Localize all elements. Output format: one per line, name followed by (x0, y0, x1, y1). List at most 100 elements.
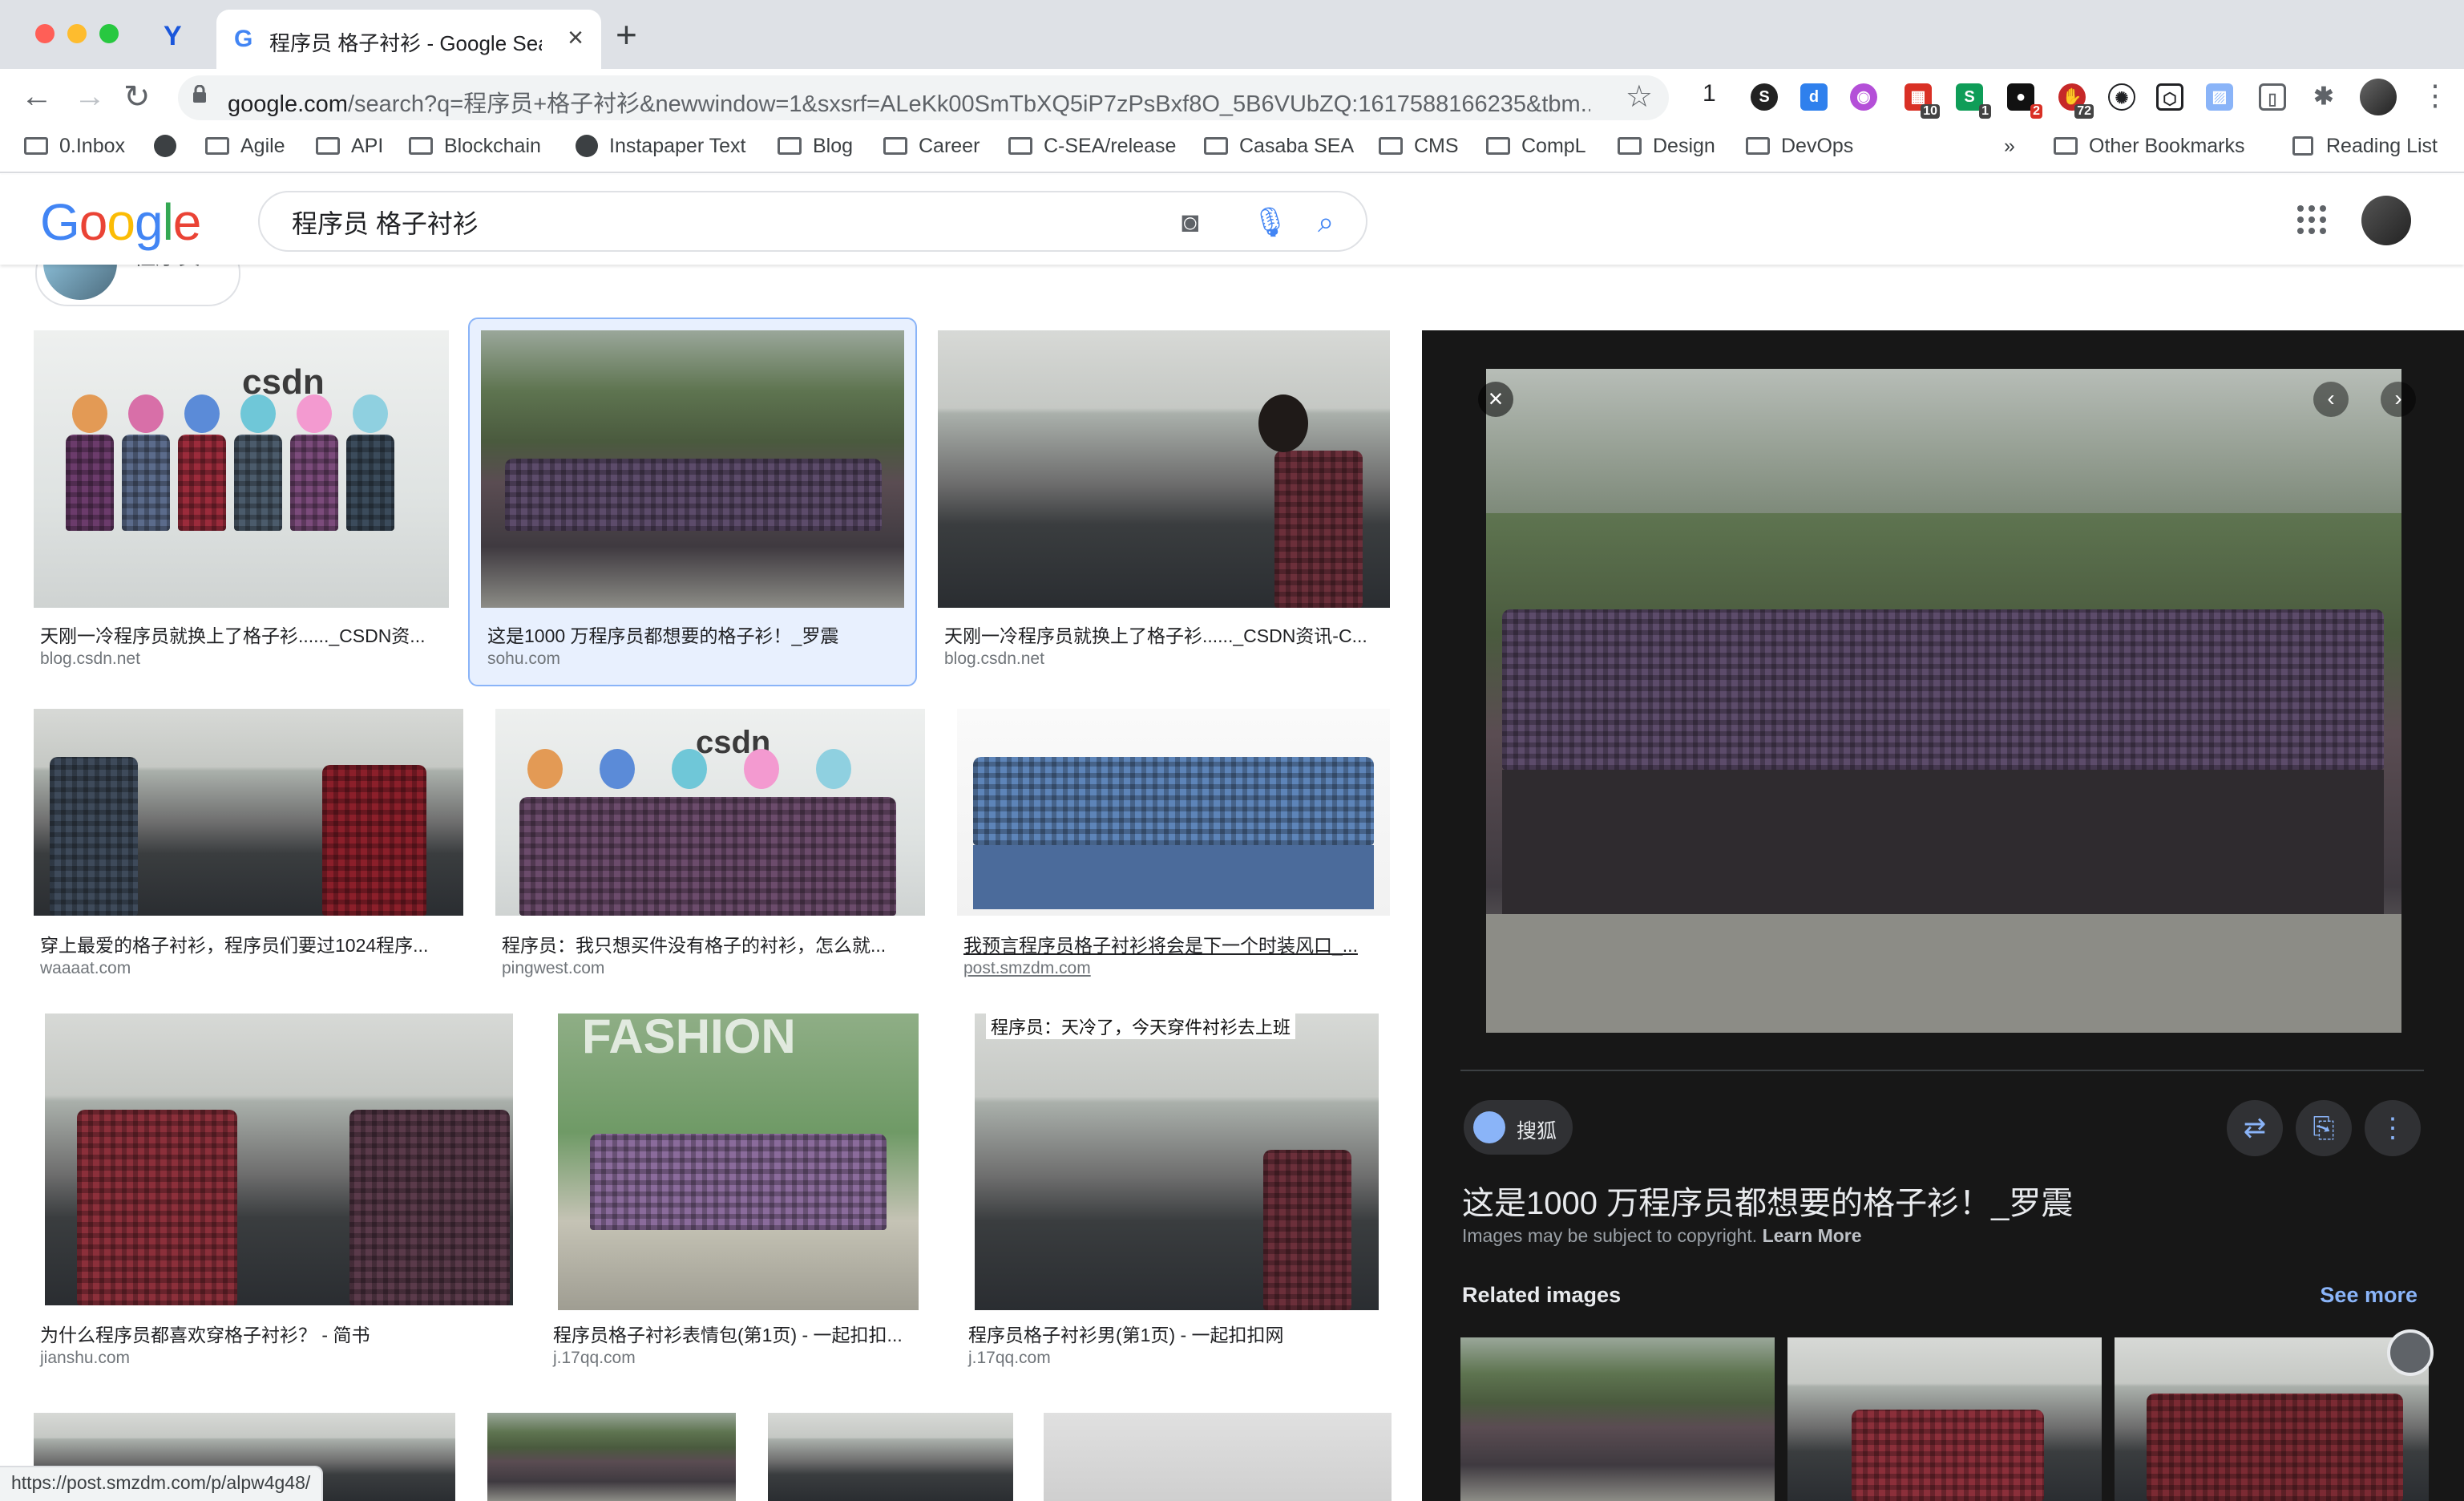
extension-sheets-icon[interactable]: S1 (1956, 83, 1991, 119)
image-result[interactable]: csdn 程序员：我只想买件没有格子的衬衫，怎么就... pingwest.co… (495, 709, 928, 981)
result-source[interactable]: j.17qq.com (968, 1349, 1051, 1368)
preview-image[interactable] (1486, 369, 2401, 1033)
extension-calendar-icon[interactable]: ▦ 10 (1905, 83, 1940, 119)
result-thumbnail[interactable]: FASHION (558, 1013, 919, 1310)
extension-adblock-icon[interactable]: ✋ 72 (2058, 83, 2094, 119)
window-minimize-button[interactable] (67, 24, 87, 43)
bookmark-folder-blog[interactable]: Blog (778, 135, 853, 158)
result-thumbnail[interactable]: csdn (34, 330, 449, 608)
result-source[interactable]: waaaat.com (40, 959, 131, 978)
result-thumbnail[interactable] (34, 709, 463, 916)
bookmark-folder-devops[interactable]: DevOps (1746, 135, 1853, 158)
reading-list-button[interactable]: Reading List (2292, 135, 2438, 158)
extension-map-icon[interactable]: ▨ (2206, 83, 2233, 111)
result-thumbnail[interactable] (481, 330, 904, 608)
related-image-thumbnail[interactable] (1787, 1337, 2102, 1501)
bookmark-folder-compl[interactable]: CompL (1486, 135, 1586, 158)
pinned-tab-icon[interactable]: Y (164, 21, 182, 52)
result-caption[interactable]: 为什么程序员都喜欢穿格子衬衫？ - 简书 (40, 1320, 521, 1347)
browser-menu-icon[interactable]: ⋮ (2421, 79, 2450, 112)
bookmark-folder-csea-release[interactable]: C-SEA/release (1008, 135, 1176, 158)
previous-image-icon[interactable]: ‹ (2313, 382, 2349, 417)
result-caption[interactable]: 天刚一冷程序员就换上了格子衫......_CSDN资讯-C... (944, 621, 1393, 648)
reload-icon[interactable]: ↻ (123, 79, 151, 115)
result-caption[interactable]: 天刚一冷程序员就换上了格子衫......_CSDN资... (40, 621, 449, 648)
active-tab[interactable]: G 程序员 格子衬衫 - Google Search × (216, 10, 601, 69)
feedback-icon[interactable] (2387, 1329, 2434, 1376)
camera-icon[interactable]: ◙ (1182, 205, 1199, 239)
extension-aperture-icon[interactable]: ✺ (2108, 83, 2135, 111)
extension-circle-icon[interactable]: ◉ (1850, 83, 1877, 111)
result-caption[interactable]: 程序员格子衬衫表情包(第1页) - 一起扣扣... (553, 1320, 930, 1347)
share-icon[interactable]: ⇄ (2227, 1100, 2283, 1156)
image-result-partial[interactable] (768, 1413, 1013, 1501)
new-tab-button[interactable]: + (616, 13, 637, 56)
google-account-avatar[interactable] (2361, 196, 2411, 245)
bookmark-folder-casaba-sea[interactable]: Casaba SEA (1204, 135, 1354, 158)
extension-s-icon[interactable]: S (1751, 83, 1778, 111)
source-site-chip[interactable]: 搜狐 (1464, 1100, 1573, 1155)
bookmark-folder-cms[interactable]: CMS (1379, 135, 1459, 158)
result-caption[interactable]: 我预言程序员格子衬衫将会是下一个时装风口_... (963, 930, 1393, 957)
profile-avatar[interactable] (2360, 79, 2397, 115)
image-result[interactable]: 为什么程序员都喜欢穿格子衬衫？ - 简书 jianshu.com (34, 1013, 531, 1374)
extension-chat-icon[interactable]: ● 2 (2007, 83, 2042, 119)
tab-close-icon[interactable]: × (568, 22, 584, 54)
google-apps-icon[interactable] (2297, 205, 2326, 234)
result-thumbnail[interactable]: 程序员：天冷了，今天穿件衬衫去上班 (975, 1013, 1379, 1310)
forward-arrow-icon[interactable]: → (74, 79, 106, 115)
result-source[interactable]: post.smzdm.com (963, 959, 1091, 978)
address-bar[interactable]: google.com/search?q=程序员+格子衬衫&newwindow=1… (178, 75, 1669, 120)
result-source[interactable]: blog.csdn.net (40, 649, 140, 669)
result-source[interactable]: blog.csdn.net (944, 649, 1044, 669)
search-input[interactable] (290, 204, 1092, 241)
next-image-icon[interactable]: › (2381, 382, 2416, 417)
back-arrow-icon[interactable]: ← (21, 79, 53, 115)
image-result-selected[interactable]: 这是1000 万程序员都想要的格子衫！_罗震 sohu.com (481, 330, 906, 675)
bookmark-instapaper[interactable]: Instapaper Text (576, 135, 745, 158)
result-thumbnail[interactable] (957, 709, 1390, 916)
bookmark-folder-design[interactable]: Design (1618, 135, 1715, 158)
bookmark-globe[interactable] (154, 135, 188, 158)
window-zoom-button[interactable] (99, 24, 119, 43)
close-preview-icon[interactable]: × (1478, 382, 1513, 417)
extension-cube-icon[interactable]: ⬡ (2156, 83, 2183, 111)
bookmark-folder-career[interactable]: Career (883, 135, 980, 158)
image-result[interactable]: 程序员：天冷了，今天穿件衬衫去上班 程序员格子衬衫男(第1页) - 一起扣扣网 … (962, 1013, 1392, 1374)
microphone-icon[interactable]: 🎙 (1252, 205, 1289, 239)
image-result[interactable]: 天刚一冷程序员就换上了格子衫......_CSDN资讯-C... blog.cs… (938, 330, 1392, 675)
see-more-link[interactable]: See more (2320, 1283, 2418, 1308)
bookmark-folder-blockchain[interactable]: Blockchain (409, 135, 541, 158)
image-result[interactable]: 穿上最爱的格子衬衫，程序员们要过1024程序... waaaat.com (34, 709, 467, 981)
result-caption[interactable]: 程序员格子衬衫男(第1页) - 一起扣扣网 (968, 1320, 1393, 1347)
image-result[interactable]: FASHION 程序员格子衬衫表情包(第1页) - 一起扣扣... j.17qq… (547, 1013, 931, 1374)
bookmark-star-icon[interactable]: ☆ (1626, 79, 1653, 115)
related-image-thumbnail[interactable] (1460, 1337, 1775, 1501)
search-box[interactable]: ◙ 🎙 ⌕ (258, 191, 1367, 252)
image-result[interactable]: 我预言程序员格子衬衫将会是下一个时装风口_... post.smzdm.com (957, 709, 1392, 981)
google-logo[interactable]: Google (40, 192, 201, 252)
extensions-puzzle-icon[interactable]: ✱ (2310, 83, 2337, 111)
bookmark-folder-agile[interactable]: Agile (205, 135, 285, 158)
extension-counter[interactable]: 1 (1703, 80, 1716, 107)
result-thumbnail[interactable]: csdn (495, 709, 925, 916)
bookmark-folder-other[interactable]: Other Bookmarks (2054, 135, 2245, 158)
preview-title[interactable]: 这是1000 万程序员都想要的格子衫！_罗震 (1462, 1177, 2073, 1224)
more-options-icon[interactable]: ⋮ (2365, 1100, 2421, 1156)
image-result[interactable]: csdn 天刚一冷程序员就换上了格子衫......_CSDN资... blog.… (34, 330, 450, 675)
result-caption[interactable]: 穿上最爱的格子衬衫，程序员们要过1024程序... (40, 930, 465, 957)
image-result-partial[interactable] (1044, 1413, 1392, 1501)
extension-d-icon[interactable]: d (1800, 83, 1828, 111)
result-source[interactable]: pingwest.com (502, 959, 604, 978)
learn-more-link[interactable]: Learn More (1763, 1225, 1862, 1246)
bookmark-folder-api[interactable]: API (316, 135, 383, 158)
image-result-partial[interactable] (487, 1413, 736, 1501)
search-icon[interactable]: ⌕ (1318, 205, 1334, 240)
result-source[interactable]: j.17qq.com (553, 1349, 636, 1368)
result-caption[interactable]: 这是1000 万程序员都想要的格子衫！_罗震 (487, 621, 904, 648)
result-source[interactable]: jianshu.com (40, 1349, 130, 1368)
window-close-button[interactable] (35, 24, 55, 43)
related-image-thumbnail[interactable] (2115, 1337, 2429, 1501)
result-thumbnail[interactable] (938, 330, 1390, 608)
result-thumbnail[interactable] (45, 1013, 513, 1305)
